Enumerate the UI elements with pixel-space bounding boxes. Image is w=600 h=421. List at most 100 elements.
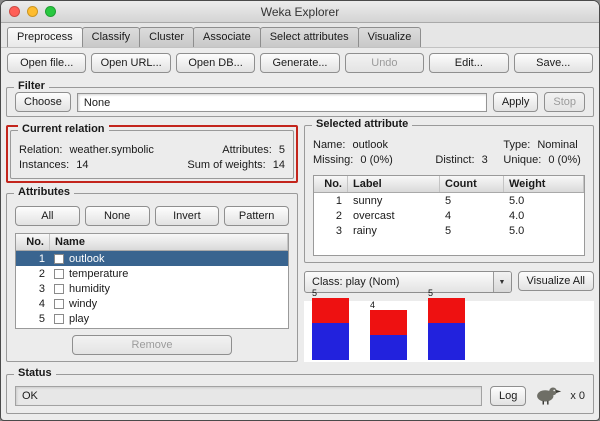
attribute-checkbox[interactable] bbox=[54, 313, 64, 324]
column-header-no: No. bbox=[16, 234, 50, 250]
values-table-header: No. Label Count Weight bbox=[314, 176, 584, 193]
column-header-weight: Weight bbox=[504, 176, 584, 192]
open-file-button[interactable]: Open file... bbox=[7, 53, 87, 73]
weka-bird-icon bbox=[534, 385, 562, 408]
open-db-button[interactable]: Open DB... bbox=[175, 53, 256, 73]
tab-select-attributes[interactable]: Select attributes bbox=[259, 27, 359, 47]
selected-attribute-title: Selected attribute bbox=[312, 118, 413, 130]
attr-unique-label: Unique: bbox=[503, 154, 542, 166]
tab-associate[interactable]: Associate bbox=[193, 27, 261, 47]
attributes-panel-title: Attributes bbox=[14, 186, 74, 198]
attribute-checkbox[interactable] bbox=[54, 268, 64, 279]
relation-label: Relation: bbox=[19, 144, 63, 156]
pattern-button[interactable]: Pattern bbox=[224, 206, 289, 226]
instances-value: 14 bbox=[76, 159, 89, 171]
toolbar: Open file... Open URL... Open DB... Gene… bbox=[1, 48, 599, 78]
sum-of-weights-label: Sum of weights: bbox=[187, 159, 266, 171]
save-button[interactable]: Save... bbox=[513, 53, 593, 73]
value-row-overcast: 2 overcast 4 4.0 bbox=[314, 208, 584, 223]
status-panel-title: Status bbox=[14, 367, 56, 379]
visualize-all-button[interactable]: Visualize All bbox=[517, 271, 594, 291]
apply-filter-button[interactable]: Apply bbox=[492, 92, 539, 112]
attribute-row-name: temperature bbox=[69, 267, 129, 280]
tab-classify[interactable]: Classify bbox=[81, 27, 141, 47]
weka-status-counter: x 0 bbox=[570, 390, 585, 402]
attr-distinct-value: 3 bbox=[481, 154, 488, 166]
select-none-button[interactable]: None bbox=[84, 206, 150, 226]
attribute-row-temperature[interactable]: 2 temperature bbox=[16, 266, 288, 281]
attribute-row-no: 5 bbox=[38, 312, 45, 325]
value-weight: 4.0 bbox=[509, 209, 525, 222]
current-relation-title: Current relation bbox=[18, 123, 109, 135]
attr-name-value: outlook bbox=[352, 139, 388, 151]
edit-button[interactable]: Edit... bbox=[429, 53, 509, 73]
chevron-down-icon[interactable]: ▼ bbox=[492, 272, 511, 292]
attribute-row-no: 2 bbox=[38, 267, 45, 280]
histogram-bar-rainy: 5 bbox=[428, 288, 465, 360]
value-weight: 5.0 bbox=[509, 194, 525, 207]
attributes-table: No. Name 1 outlook 2 temperature 3 humid… bbox=[15, 233, 289, 329]
value-count: 5 bbox=[445, 194, 452, 207]
current-relation-highlight: Current relation Relation: weather.symbo… bbox=[6, 123, 298, 183]
bar-segment-play-yes bbox=[428, 322, 465, 360]
stop-filter-button[interactable]: Stop bbox=[544, 92, 585, 112]
attr-unique-value: 0 (0%) bbox=[548, 154, 581, 166]
attribute-checkbox[interactable] bbox=[54, 283, 64, 294]
filter-panel-title: Filter bbox=[14, 80, 49, 92]
attribute-row-name: play bbox=[69, 312, 90, 325]
attribute-row-windy[interactable]: 4 windy bbox=[16, 296, 288, 311]
attr-distinct-label: Distinct: bbox=[435, 154, 475, 166]
main-area: Current relation Relation: weather.symbo… bbox=[1, 118, 599, 364]
log-button[interactable]: Log bbox=[489, 386, 527, 406]
attributes-count-value: 5 bbox=[278, 144, 285, 156]
attribute-row-no: 1 bbox=[38, 252, 45, 265]
histogram-bar-sunny: 5 bbox=[312, 288, 349, 360]
attribute-checkbox[interactable] bbox=[54, 253, 64, 264]
bar-segment-play-no bbox=[312, 298, 349, 323]
attr-missing-value: 0 (0%) bbox=[360, 154, 393, 166]
value-label: sunny bbox=[353, 194, 383, 207]
bar-segment-play-no bbox=[370, 310, 407, 335]
attribute-row-play[interactable]: 5 play bbox=[16, 311, 288, 326]
attribute-row-name: outlook bbox=[69, 252, 105, 265]
value-no: 3 bbox=[335, 224, 342, 237]
invert-selection-button[interactable]: Invert bbox=[154, 206, 220, 226]
generate-button[interactable]: Generate... bbox=[260, 53, 340, 73]
histogram-bar-overcast: 4 bbox=[370, 300, 407, 360]
value-row-sunny: 1 sunny 5 5.0 bbox=[314, 193, 584, 208]
attribute-values-table: No. Label Count Weight 1 sunny 5 5.0 2 o… bbox=[313, 175, 585, 256]
tab-visualize[interactable]: Visualize bbox=[357, 27, 422, 47]
column-header-name: Name bbox=[50, 234, 288, 250]
main-tab-bar: Preprocess Classify Cluster Associate Se… bbox=[1, 23, 599, 48]
attr-missing-label: Missing: bbox=[313, 154, 354, 166]
value-row-rainy: 3 rainy 5 5.0 bbox=[314, 223, 584, 238]
select-all-button[interactable]: All bbox=[15, 206, 80, 226]
choose-filter-button[interactable]: Choose bbox=[15, 92, 71, 112]
bar-segment-play-yes bbox=[370, 335, 407, 360]
window-title: Weka Explorer bbox=[260, 4, 340, 19]
value-no: 2 bbox=[335, 209, 342, 222]
attr-type-label: Type: bbox=[503, 139, 531, 151]
filter-value-field[interactable]: None bbox=[76, 92, 487, 112]
left-column: Current relation Relation: weather.symbo… bbox=[6, 123, 298, 362]
attribute-row-no: 3 bbox=[38, 282, 45, 295]
remove-attribute-button[interactable]: Remove bbox=[72, 335, 232, 355]
value-weight: 5.0 bbox=[509, 224, 525, 237]
value-count: 5 bbox=[445, 224, 452, 237]
attribute-row-humidity[interactable]: 3 humidity bbox=[16, 281, 288, 296]
current-relation-panel: Current relation Relation: weather.symbo… bbox=[10, 123, 294, 179]
bar-count-label: 5 bbox=[428, 288, 434, 298]
attribute-checkbox[interactable] bbox=[54, 298, 64, 309]
undo-button[interactable]: Undo bbox=[344, 53, 425, 73]
attribute-row-outlook[interactable]: 1 outlook bbox=[16, 251, 288, 266]
filter-panel: Filter Choose None Apply Stop bbox=[6, 80, 594, 117]
value-no: 1 bbox=[335, 194, 342, 207]
open-url-button[interactable]: Open URL... bbox=[91, 53, 171, 73]
status-panel: Status OK Log x 0 bbox=[6, 367, 594, 414]
column-header-count: Count bbox=[440, 176, 504, 192]
tab-preprocess[interactable]: Preprocess bbox=[7, 27, 83, 47]
tab-cluster[interactable]: Cluster bbox=[139, 27, 194, 47]
bar-segment-play-no bbox=[428, 298, 465, 323]
sum-of-weights-value: 14 bbox=[272, 159, 285, 171]
column-header-no: No. bbox=[314, 176, 348, 192]
